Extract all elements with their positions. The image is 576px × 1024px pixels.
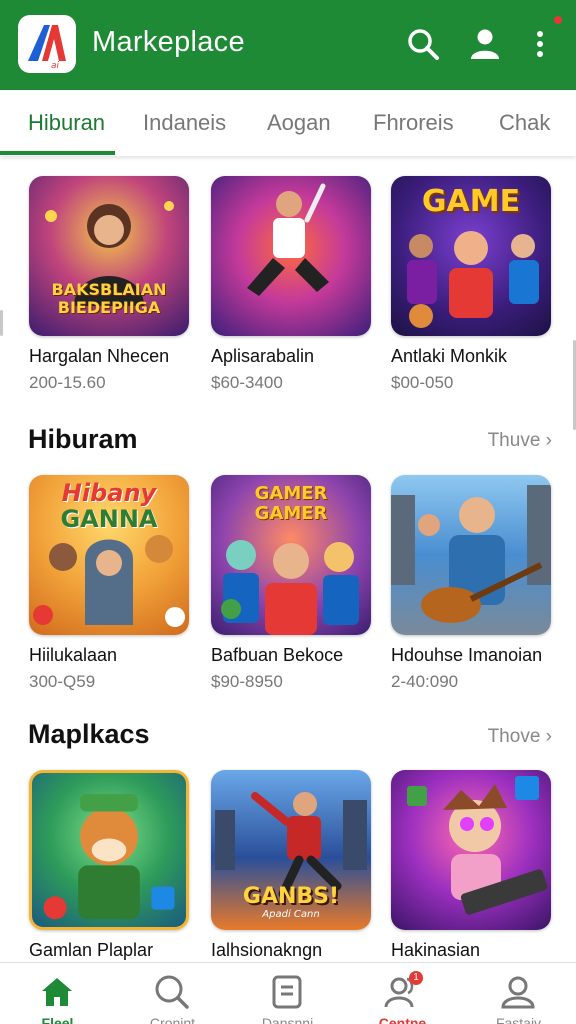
app-price: $90-8950 [211,672,283,691]
app-card[interactable]: Hdouhse Imanoian 2-40:090 [391,475,551,691]
tab-aogan[interactable]: Aogan [267,110,331,136]
chevron-right-icon: › [545,430,552,451]
tab-hiburan[interactable]: Hiburan [28,110,105,136]
home-icon [42,978,72,1006]
game-art-icon [391,485,551,623]
app-title: Bafbuan Bekoce [211,645,344,665]
game-art-subtitle: Apadi Cann [262,909,320,920]
app-thumbnail [211,176,371,336]
app-title: Ialhsionakngn [211,940,323,960]
scroll-indicator-left [0,310,3,336]
nav-item-search[interactable]: Cronint [115,963,230,1024]
app-card[interactable]: GAMER GAMER Bafbuan Bekoce $90-8950 [211,475,371,691]
nav-label: Fastaiv [495,1015,542,1024]
svg-text:ai: ai [51,61,60,71]
document-icon [272,975,302,1009]
game-art-title: GAMER [254,483,328,504]
app-card[interactable]: BAKSBLAIAN BIEDEPIIGA Hargalan Nhecen 20… [29,176,189,392]
app-thumbnail [391,475,551,635]
app-price: $60-3400 [211,373,283,392]
more-vert-icon[interactable] [522,26,558,62]
app-price: 2-40:090 [391,672,459,691]
app-card[interactable]: GANBS! Apadi Cann Ialhsionakngn [211,770,371,960]
app-title: Aplisarabalin [211,346,315,366]
app-title: Hakinasian [391,940,481,960]
app-thumbnail [391,770,551,930]
app-title: Hargalan Nhecen [29,346,170,366]
game-art-icon [407,776,548,915]
game-art-icon [247,183,329,296]
nav-item-people[interactable]: 1 Centne [345,963,460,1024]
app-price: $00-050 [391,373,454,392]
app-price: 300-Q59 [29,672,96,691]
account-icon[interactable] [467,26,503,62]
notification-badge: 1 [409,971,423,985]
nav-item-document[interactable]: Dansnni [230,963,345,1024]
app-logo[interactable]: ai [18,15,76,73]
nav-label: Dansnni [261,1015,314,1024]
logo-mark-icon: ai [28,25,66,71]
app-thumbnail: GAMER GAMER [211,475,371,635]
section-title: Hiburam [28,424,138,454]
see-more-label: Thove [487,726,541,747]
app-title: Hiilukalaan [29,645,118,665]
app-card[interactable]: Aplisarabalin $60-3400 [211,176,371,392]
app-thumbnail [29,770,189,930]
nav-item-profile[interactable]: Fastaiv [461,963,576,1024]
game-art-title: GAME [421,184,521,219]
app-title: Markeplace [92,26,245,58]
nav-item-home[interactable]: Fleel [0,963,115,1024]
game-art-subtitle: GAMER [254,503,328,524]
app-card[interactable]: Hibany GANNA Hiilukalaan 300-Q59 [29,475,189,691]
app-thumbnail: GANBS! Apadi Cann [211,770,371,930]
game-art-subtitle: BIEDEPIIGA [57,298,161,317]
game-art-icon [43,794,175,920]
app-bar: ai Markeplace [0,0,576,90]
bottom-navigation: Fleel Cronint Dansnni 1 Centne Fastaiv [0,962,576,1024]
profile-icon [501,976,535,1009]
game-art-title: GANBS! [242,884,340,909]
nav-label: Fleel [41,1015,74,1024]
game-art-title: BAKSBLAIAN [51,280,167,299]
app-card[interactable]: Hakinasian [391,770,551,960]
search-icon[interactable] [405,26,441,62]
app-title: Antlaki Monkik [391,346,508,366]
app-title: Hdouhse Imanoian [391,645,543,665]
game-art-title: Hibany [61,479,157,507]
notification-dot [554,16,562,24]
app-thumbnail: Hibany GANNA [29,475,189,635]
category-tabs: Hiburan Indaneis Aogan Fhroreis Chak [0,90,576,156]
section-title: Maplkacs [28,719,150,749]
nav-label: Centne [378,1015,427,1024]
game-art-subtitle: GANNA [60,505,158,533]
nav-label: Cronint [149,1015,196,1024]
app-thumbnail: GAME [391,176,551,336]
see-more-label: Thuve [487,430,541,451]
search-icon [155,975,189,1009]
see-more-link[interactable]: Thove › [488,726,552,748]
tab-fhroreis[interactable]: Fhroreis [373,110,454,136]
app-thumbnail: BAKSBLAIAN BIEDEPIIGA [29,176,189,336]
app-price: 200-15.60 [29,373,106,392]
active-tab-indicator [0,151,115,155]
app-title: Gamlan Plaplar [29,940,154,960]
see-more-link[interactable]: Thuve › [488,430,552,452]
tab-chak[interactable]: Chak [499,110,550,136]
chevron-right-icon: › [545,726,552,747]
app-card[interactable]: GAME Antlaki Monkik $00-050 [391,176,551,392]
tab-indaneis[interactable]: Indaneis [143,110,226,136]
app-card[interactable]: Gamlan Plaplar [29,770,189,960]
